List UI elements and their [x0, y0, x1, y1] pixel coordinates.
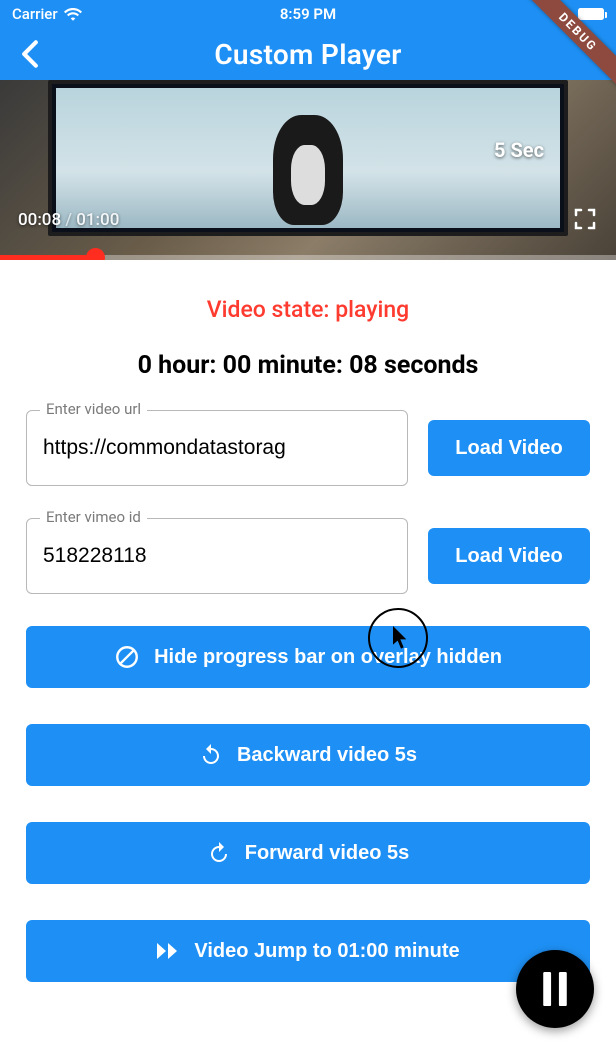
progress-thumb[interactable]	[86, 248, 105, 260]
battery-icon	[578, 8, 604, 20]
content-area: Video state: playing 0 hour: 00 minute: …	[0, 260, 616, 982]
wifi-icon	[64, 7, 82, 21]
elapsed-time-label: 0 hour: 00 minute: 08 seconds	[26, 351, 590, 380]
fullscreen-icon	[574, 208, 596, 230]
video-thumbnail	[56, 88, 560, 228]
url-row: Enter video url Load Video	[26, 410, 590, 486]
time-separator: /	[61, 210, 76, 230]
jump-button[interactable]: Video Jump to 01:00 minute	[26, 920, 590, 982]
status-right	[578, 8, 604, 20]
status-time: 8:59 PM	[280, 5, 336, 23]
video-url-input[interactable]	[26, 410, 408, 486]
forward-label: Forward video 5s	[245, 842, 410, 865]
carrier-label: Carrier	[12, 5, 58, 23]
vimeo-id-input[interactable]	[26, 518, 408, 594]
video-time-label: 00:08 / 01:00	[18, 210, 119, 230]
skip-forward-label: 5 Sec	[494, 138, 544, 162]
video-frame	[48, 80, 568, 236]
video-player[interactable]: 5 Sec 00:08 / 01:00	[0, 80, 616, 260]
load-vimeo-button[interactable]: Load Video	[428, 528, 590, 584]
progress-bar[interactable]	[0, 255, 616, 260]
url-field-legend: Enter video url	[40, 400, 147, 418]
hide-progress-button[interactable]: Hide progress bar on overlay hidden	[26, 626, 590, 688]
vimeo-row: Enter vimeo id Load Video	[26, 518, 590, 594]
video-state-label: Video state: playing	[26, 296, 590, 323]
back-button[interactable]	[12, 36, 48, 72]
video-content-placeholder	[273, 115, 343, 225]
url-field-box: Enter video url	[26, 410, 408, 486]
progress-fill	[0, 255, 92, 260]
vimeo-field-legend: Enter vimeo id	[40, 508, 147, 526]
backward-button[interactable]: Backward video 5s	[26, 724, 590, 786]
forward-icon	[207, 841, 231, 865]
hide-progress-label: Hide progress bar on overlay hidden	[154, 646, 502, 669]
fast-forward-icon	[156, 941, 180, 961]
pause-fab[interactable]	[516, 950, 594, 1028]
page-title: Custom Player	[214, 38, 401, 71]
fullscreen-button[interactable]	[574, 208, 596, 230]
vimeo-field-box: Enter vimeo id	[26, 518, 408, 594]
status-bar: Carrier 8:59 PM	[0, 0, 616, 28]
jump-label: Video Jump to 01:00 minute	[194, 940, 459, 963]
video-duration: 01:00	[76, 210, 119, 230]
nav-bar: Custom Player	[0, 28, 616, 80]
load-url-button[interactable]: Load Video	[428, 420, 590, 476]
backward-label: Backward video 5s	[237, 744, 417, 767]
pause-icon	[541, 972, 569, 1006]
video-current-time: 00:08	[18, 210, 61, 230]
replay-icon	[199, 743, 223, 767]
chevron-left-icon	[20, 40, 40, 68]
forward-button[interactable]: Forward video 5s	[26, 822, 590, 884]
status-left: Carrier	[12, 5, 82, 23]
hide-icon	[114, 644, 140, 670]
